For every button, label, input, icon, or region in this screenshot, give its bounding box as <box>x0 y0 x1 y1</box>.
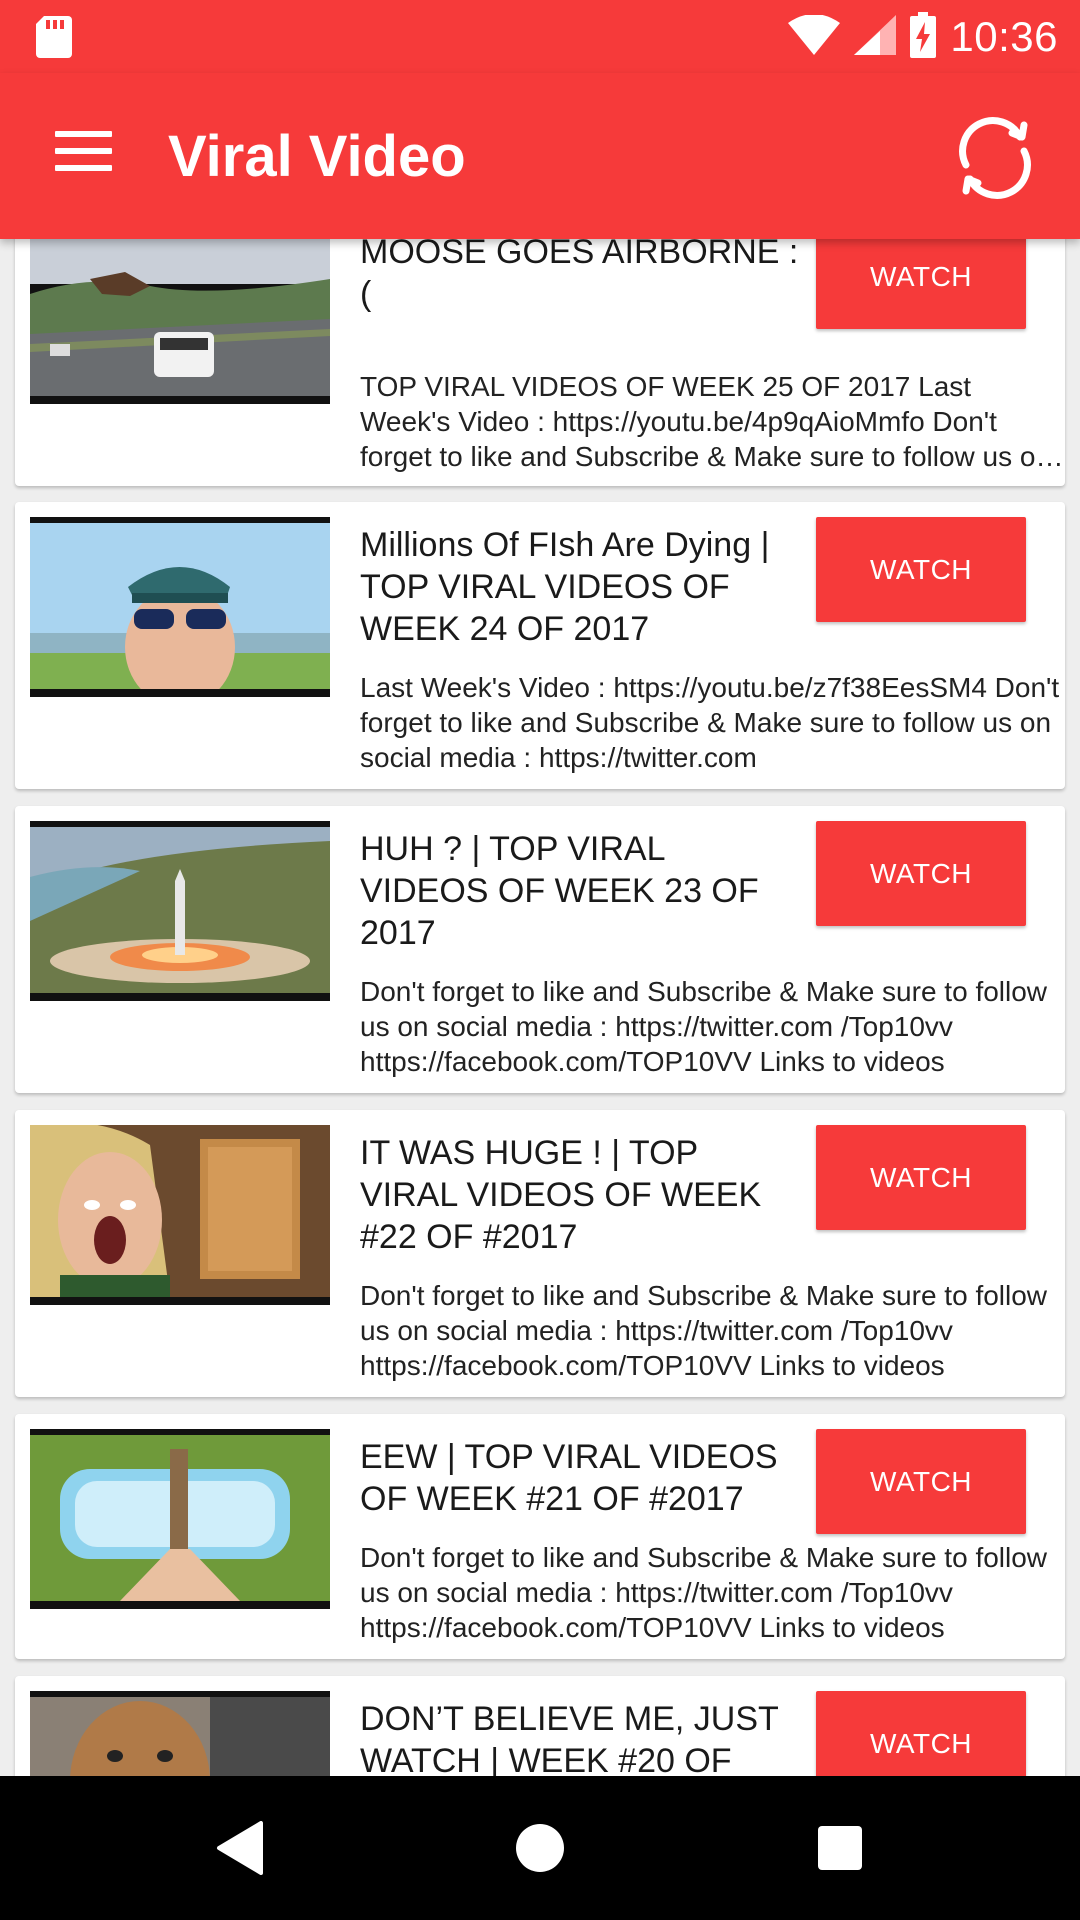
hamburger-menu-icon[interactable] <box>44 121 124 181</box>
watch-button[interactable]: WATCH <box>816 821 1026 926</box>
sd-card-icon <box>36 16 72 63</box>
watch-button[interactable]: WATCH <box>816 1125 1026 1230</box>
app-bar: Viral Video <box>0 73 1080 239</box>
watch-button[interactable]: WATCH <box>816 239 1026 329</box>
video-card[interactable]: DON’T BELIEVE ME, JUST WATCH | WEEK #20 … <box>15 1676 1065 1776</box>
back-triangle-icon[interactable] <box>200 1808 280 1888</box>
video-title: IT WAS HUGE ! | TOP VIRAL VIDEOS OF WEEK… <box>360 1134 762 1256</box>
video-title: EEW | TOP VIRAL VIDEOS OF WEEK #21 OF #2… <box>360 1438 778 1518</box>
video-card[interactable]: EEW | TOP VIRAL VIDEOS OF WEEK #21 OF #2… <box>15 1414 1065 1659</box>
clock: 10:36 <box>950 13 1058 60</box>
navigation-bar <box>0 1776 1080 1920</box>
video-thumbnail[interactable] <box>30 821 330 1001</box>
video-thumbnail[interactable] <box>30 1125 330 1305</box>
video-card[interactable]: HUH ? | TOP VIRAL VIDEOS OF WEEK 23 OF 2… <box>15 806 1065 1093</box>
wifi-icon <box>788 13 841 60</box>
home-circle-icon[interactable] <box>500 1808 580 1888</box>
video-thumbnail[interactable] <box>30 1429 330 1609</box>
refresh-icon[interactable] <box>950 113 1040 203</box>
watch-button[interactable]: WATCH <box>816 517 1026 622</box>
video-thumbnail[interactable] <box>30 1691 330 1776</box>
video-description: Don't forget to like and Subscribe & Mak… <box>360 976 1048 1077</box>
app-title: Viral Video <box>168 124 466 189</box>
video-card[interactable]: MOOSE GOES AIRBORNE : ( WATCH TOP VIRAL … <box>15 239 1065 486</box>
watch-button[interactable]: WATCH <box>816 1429 1026 1534</box>
video-description: TOP VIRAL VIDEOS OF WEEK 25 OF 2017 Last… <box>360 371 1052 472</box>
video-thumbnail[interactable] <box>30 239 330 404</box>
recents-square-icon[interactable] <box>800 1808 880 1888</box>
signal-icon <box>854 14 897 60</box>
video-title: DON’T BELIEVE ME, JUST WATCH | WEEK #20 … <box>360 1700 779 1776</box>
video-description: Don't forget to like and Subscribe & Mak… <box>360 1542 1048 1643</box>
video-description: Don't forget to like and Subscribe & Mak… <box>360 1280 1048 1381</box>
video-thumbnail[interactable] <box>30 517 330 697</box>
watch-button[interactable]: WATCH <box>816 1691 1026 1776</box>
video-title: Millions Of FIsh Are Dying | TOP VIRAL V… <box>360 526 770 648</box>
status-bar: 10:36 <box>0 0 1080 73</box>
video-title: MOOSE GOES AIRBORNE : ( <box>360 239 799 313</box>
video-feed[interactable]: MOOSE GOES AIRBORNE : ( WATCH TOP VIRAL … <box>0 239 1080 1776</box>
video-card[interactable]: IT WAS HUGE ! | TOP VIRAL VIDEOS OF WEEK… <box>15 1110 1065 1397</box>
video-description: Last Week's Video : https://youtu.be/z7f… <box>360 672 1060 773</box>
battery-charging-icon <box>910 11 937 63</box>
video-card[interactable]: Millions Of FIsh Are Dying | TOP VIRAL V… <box>15 502 1065 789</box>
video-title: HUH ? | TOP VIRAL VIDEOS OF WEEK 23 OF 2… <box>360 830 759 952</box>
